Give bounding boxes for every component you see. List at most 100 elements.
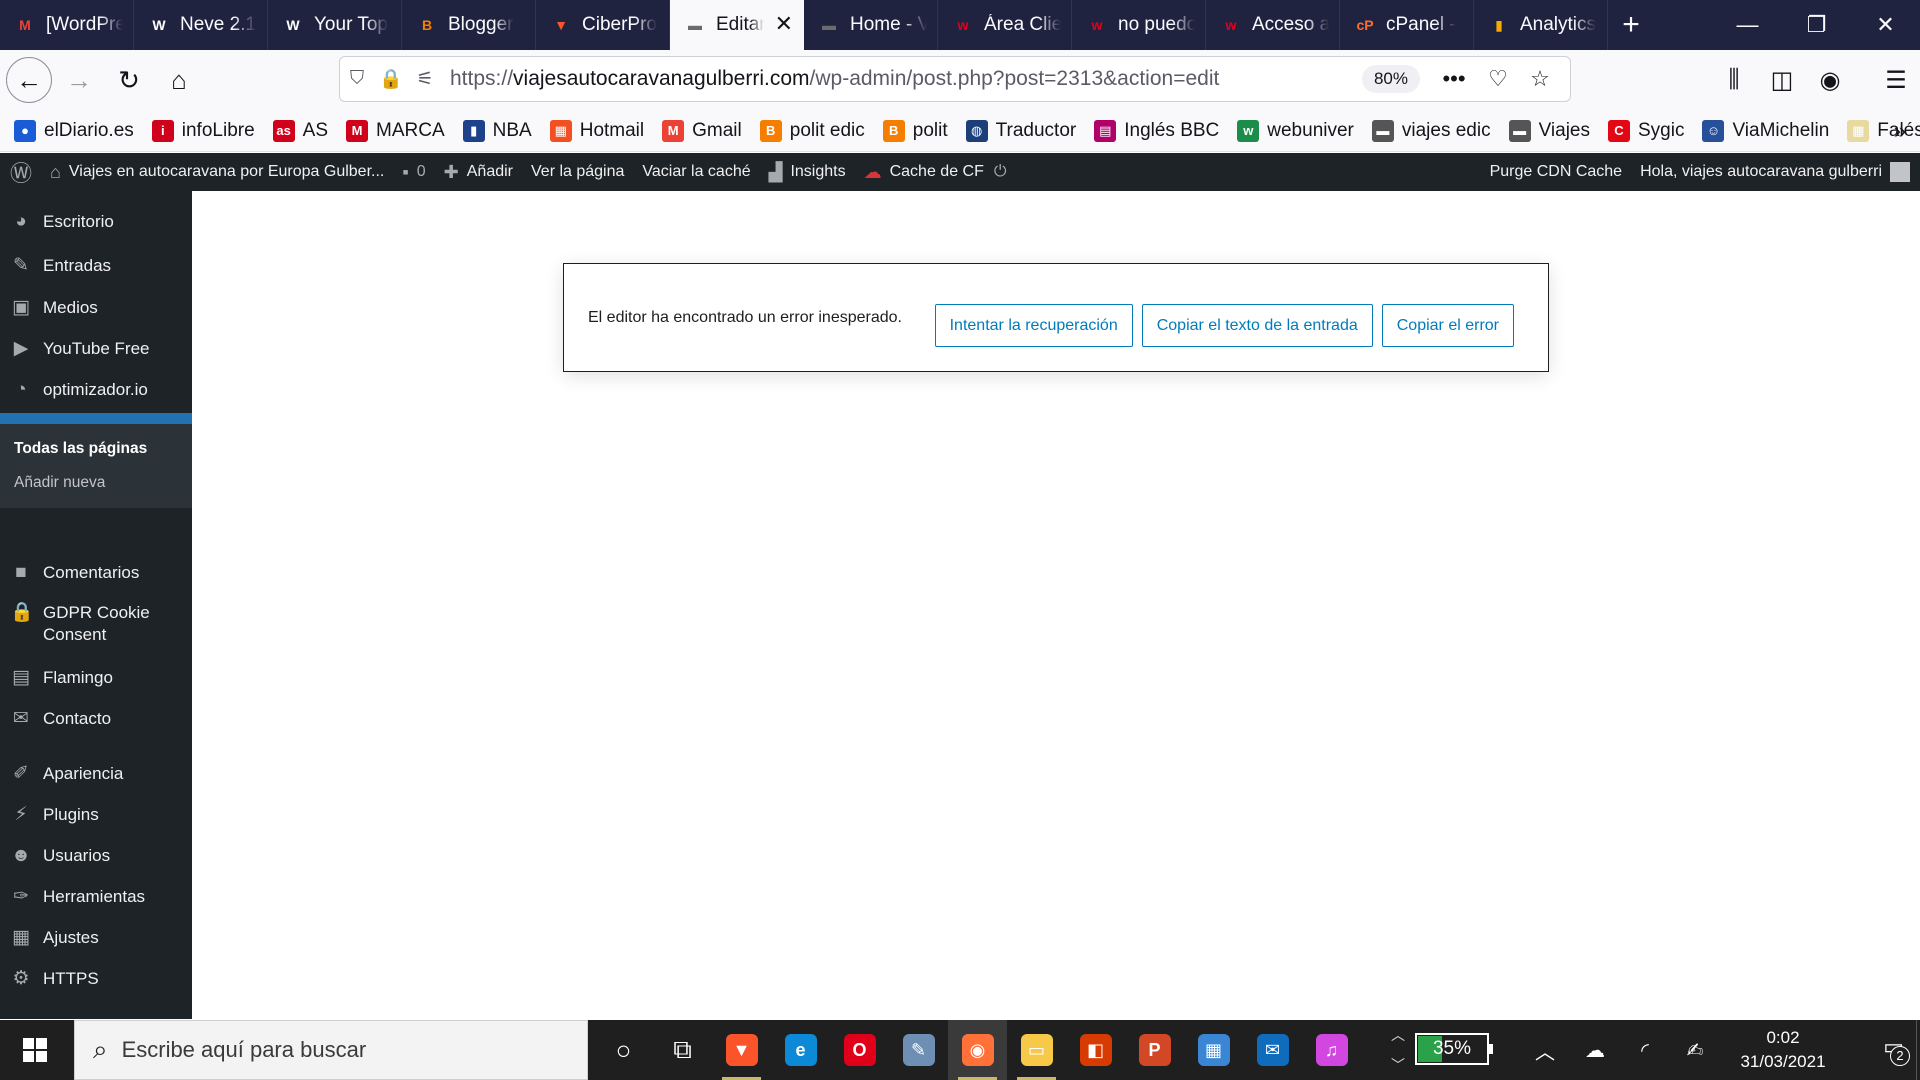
sidebar-item-https[interactable]: ⚙ HTTPS <box>0 968 192 990</box>
forward-button[interactable]: → <box>56 57 102 103</box>
bookmark-item[interactable]: ◍ Traductor <box>965 119 1076 142</box>
copy-post-text-button[interactable]: Copiar el texto de la entrada <box>1141 304 1373 347</box>
bookmark-item[interactable]: i infoLibre <box>151 119 255 142</box>
task-view-taskbar-button[interactable]: ⧉ <box>653 1020 712 1080</box>
admin-bar-purge-cdn[interactable]: Purge CDN Cache <box>1481 153 1632 191</box>
bookmark-item[interactable]: as AS <box>272 119 328 142</box>
admin-bar-insights[interactable]: ▟ Insights <box>760 153 855 191</box>
browser-tab[interactable]: ▮ Analytics <box>1474 0 1608 50</box>
attempt-recovery-button[interactable]: Intentar la recuperación <box>934 304 1133 347</box>
restore-icon[interactable]: ❐ <box>1782 0 1851 50</box>
browser-tab[interactable]: w Acceso a <box>1206 0 1340 50</box>
bookmark-item[interactable]: ▬ viajes edic <box>1371 119 1491 142</box>
reload-button[interactable]: ↻ <box>106 57 152 103</box>
submenu-add-new[interactable]: Añadir nueva <box>14 474 105 492</box>
zoom-level-indicator[interactable]: 80% <box>1361 65 1420 93</box>
brave-taskbar-button[interactable]: ▼ <box>712 1020 771 1080</box>
url-text[interactable]: https://viajesautocaravanagulberri.com/w… <box>450 67 1219 91</box>
bookmark-star-icon[interactable]: ☆ <box>1520 57 1560 101</box>
admin-bar-comments[interactable]: ▪ 0 <box>393 153 434 191</box>
power-circle-icon[interactable]: ⏻ <box>994 163 1007 181</box>
wordpress-logo-icon[interactable]: Ⓦ <box>0 153 41 191</box>
library-icon[interactable]: ⫼ <box>1710 66 1758 94</box>
bookmark-item[interactable]: ▦Falésia <box>1847 119 1920 142</box>
browser-tab[interactable]: B Blogger <box>402 0 536 50</box>
sidebar-item-entradas[interactable]: ✎ Entradas <box>0 255 192 277</box>
minimize-icon[interactable]: — <box>1713 0 1782 50</box>
admin-bar-add-new[interactable]: ✚ Añadir <box>435 153 522 191</box>
bookmark-item[interactable]: M MARCA <box>346 119 445 142</box>
bookmark-item[interactable]: ● elDiario.es <box>14 119 134 142</box>
bookmark-item[interactable]: ▮ NBA <box>462 119 532 142</box>
sidebar-item-apariencia[interactable]: ✐ Apariencia <box>0 763 192 785</box>
itunes-taskbar-button[interactable]: ♫ <box>1302 1020 1361 1080</box>
edge-taskbar-button[interactable]: e <box>771 1020 830 1080</box>
browser-tab[interactable]: ▬ Home - V <box>804 0 938 50</box>
firefox-taskbar-button[interactable]: ◉ <box>948 1020 1007 1080</box>
notification-center-icon[interactable]: ▭ 2 <box>1883 1034 1910 1066</box>
photos-taskbar-button[interactable]: ▦ <box>1184 1020 1243 1080</box>
admin-bar-view-page[interactable]: Ver la página <box>522 153 633 191</box>
browser-tab[interactable]: w no puedo <box>1072 0 1206 50</box>
bookmark-item[interactable]: ▤ Inglés BBC <box>1094 119 1219 142</box>
start-button[interactable] <box>0 1020 70 1080</box>
sidebar-item-youtube-free[interactable]: ▶ YouTube Free <box>0 338 192 360</box>
taskbar-search-box[interactable]: ⌕ Escribe aquí para buscar <box>74 1020 588 1080</box>
pocket-icon[interactable]: ♡ <box>1478 57 1518 101</box>
permissions-icon[interactable]: ⚟ <box>408 68 442 91</box>
admin-bar-clear-cache[interactable]: Vaciar la caché <box>633 153 759 191</box>
lock-icon[interactable]: 🔒 <box>374 67 408 91</box>
wifi-icon[interactable]: ◜ <box>1620 1038 1670 1063</box>
bookmark-item[interactable]: ▦ Hotmail <box>549 119 644 142</box>
sidebar-item-escritorio[interactable]: ◕ Escritorio <box>0 211 192 233</box>
bookmark-item[interactable]: M Gmail <box>662 119 742 142</box>
sidebar-item-flamingo[interactable]: ▤ Flamingo <box>0 667 192 689</box>
file-explorer-taskbar-button[interactable]: ▭ <box>1007 1020 1066 1080</box>
bookmark-item[interactable]: Bpolit edic <box>759 119 865 142</box>
onedrive-cloud-icon[interactable]: ☁ <box>1570 1038 1620 1063</box>
opera-taskbar-button[interactable]: O <box>830 1020 889 1080</box>
powerpoint-taskbar-button[interactable]: P <box>1125 1020 1184 1080</box>
sidebar-item-plugins[interactable]: ⚡ Plugins <box>0 804 192 826</box>
show-hidden-icons-chevron-icon[interactable]: ︿ <box>1520 1036 1570 1065</box>
close-tab-icon[interactable]: ✕ <box>775 13 793 35</box>
browser-tab[interactable]: w Área Clie <box>938 0 1072 50</box>
bookmark-item[interactable]: C Sygic <box>1608 119 1684 142</box>
tracking-protection-shield-icon[interactable]: ⛉ <box>340 68 374 90</box>
hamburger-menu-icon[interactable]: ☰ <box>1872 66 1920 95</box>
battery-indicator[interactable]: 35% <box>1415 1033 1493 1065</box>
sidebar-item-optimizador-io[interactable]: ◔ optimizador.io <box>0 379 192 401</box>
browser-tab[interactable]: W Neve 2.1 <box>134 0 268 50</box>
mail-taskbar-button[interactable]: ✉ <box>1243 1020 1302 1080</box>
sidebar-item-usuarios[interactable]: ☻ Usuarios <box>0 845 192 867</box>
sidebar-item-ajustes[interactable]: ▦ Ajustes <box>0 927 192 949</box>
admin-bar-cf-cache[interactable]: ☁ Cache de CF ⏻ <box>855 153 1016 191</box>
bookmark-item[interactable]: w webuniver <box>1237 119 1354 142</box>
sidebar-item-comentarios[interactable]: ■ Comentarios <box>0 562 192 584</box>
account-icon[interactable]: ◉ <box>1806 66 1854 95</box>
admin-bar-site-name[interactable]: ⌂ Viajes en autocaravana por Europa Gulb… <box>41 153 393 191</box>
browser-tab[interactable]: ▬ Editar ✕ <box>670 0 804 50</box>
sidebar-item-medios[interactable]: ▣ Medios <box>0 297 192 319</box>
bookmarks-overflow-chevron-icon[interactable]: » <box>1894 118 1906 144</box>
show-desktop-button[interactable] <box>1916 1020 1920 1080</box>
copy-error-button[interactable]: Copiar el error <box>1381 304 1514 347</box>
taskbar-clock[interactable]: 0:02 31/03/2021 <box>1728 1026 1838 1074</box>
taskbar-scroll[interactable]: ︿ ﹀ <box>1386 1020 1410 1080</box>
submenu-all-pages[interactable]: Todas las páginas <box>14 440 147 458</box>
chevron-up-icon[interactable]: ︿ <box>1391 1025 1405 1045</box>
sidebar-item-herramientas[interactable]: ✑ Herramientas <box>0 886 192 908</box>
home-button[interactable]: ⌂ <box>156 57 202 103</box>
cortana-taskbar-button[interactable]: ○ <box>594 1020 653 1080</box>
sidebar-toggle-icon[interactable]: ◫ <box>1758 66 1806 95</box>
back-button[interactable]: ← <box>6 57 52 103</box>
chevron-down-icon[interactable]: ﹀ <box>1391 1055 1405 1075</box>
url-bar[interactable]: ⛉ 🔒 ⚟ https://viajesautocaravanagulberri… <box>339 56 1571 102</box>
browser-tab[interactable]: ▼ CiberPro <box>536 0 670 50</box>
new-tab-button[interactable]: + <box>1608 0 1654 50</box>
paint-taskbar-button[interactable]: ✎ <box>889 1020 948 1080</box>
close-window-icon[interactable]: ✕ <box>1851 0 1920 50</box>
pen-icon[interactable]: ✍ <box>1670 1038 1720 1063</box>
browser-tab[interactable]: cP cPanel - <box>1340 0 1474 50</box>
sidebar-item-contacto[interactable]: ✉ Contacto <box>0 708 192 730</box>
